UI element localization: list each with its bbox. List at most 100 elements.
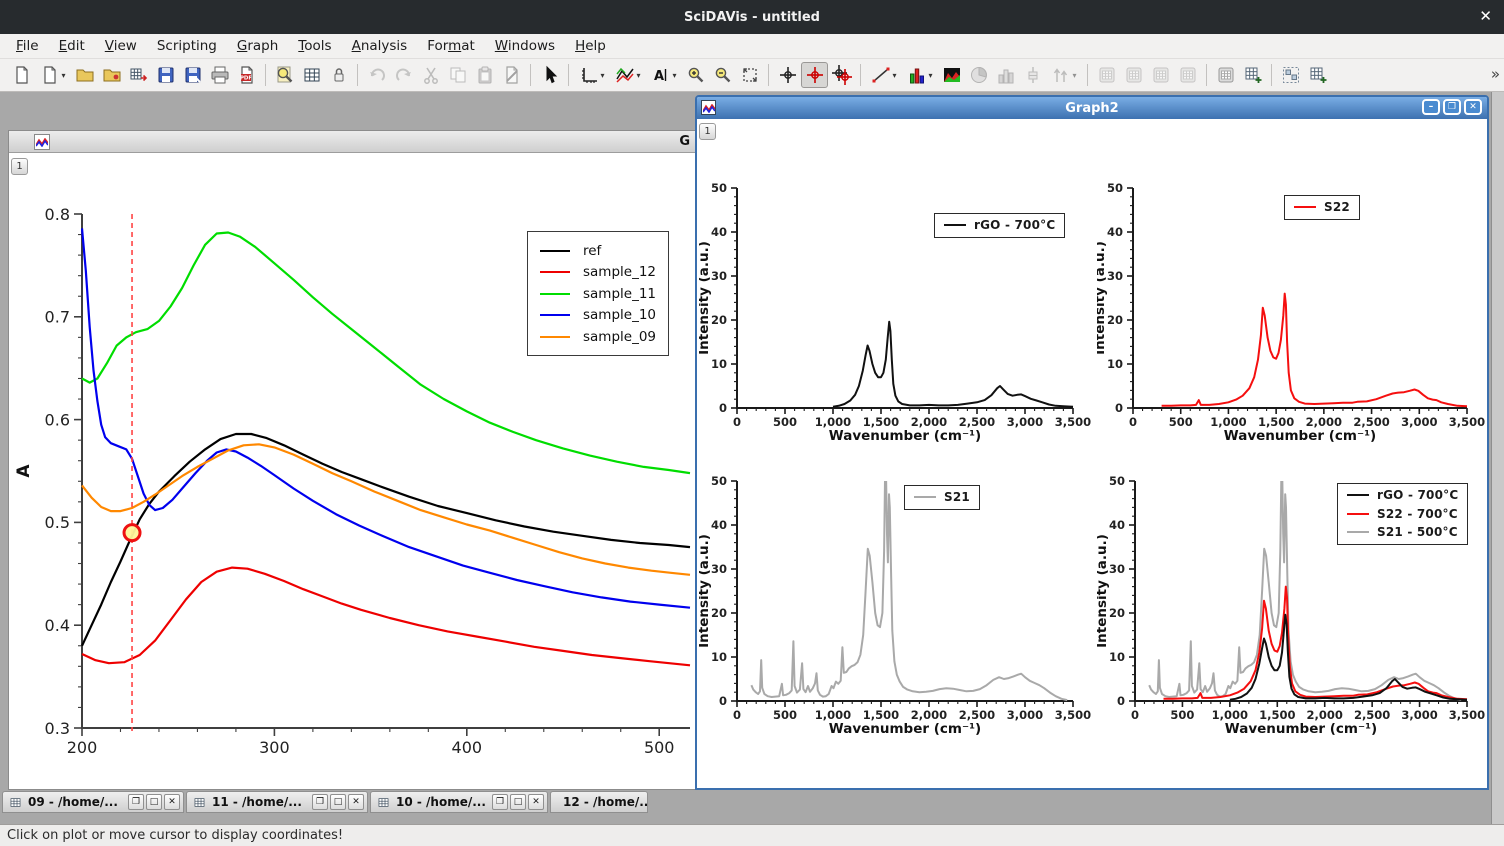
screen-reader-icon[interactable] [774,62,801,88]
graph2-layer-button[interactable]: 1 [699,123,716,140]
print-icon[interactable] [206,62,233,88]
svg-text:50: 50 [711,474,727,488]
svg-text:3,000: 3,000 [1007,708,1043,722]
toolbar-separator [1201,64,1212,86]
svg-text:2,000: 2,000 [911,415,947,429]
toolbar-separator [1082,64,1093,86]
close-button[interactable]: ✕ [164,794,180,810]
svg-text:1,500: 1,500 [1259,708,1295,722]
toolbar-overflow-icon[interactable]: » [1491,65,1500,83]
svg-text:10: 10 [711,650,727,664]
graph1-titlebar[interactable]: G [9,131,696,153]
open-template-icon[interactable] [98,62,125,88]
data-reader-icon[interactable] [801,62,828,88]
chart-raman_bl[interactable]: 05001,0001,5002,0002,5003,0003,500010203… [699,469,1095,745]
app-close-icon[interactable]: ✕ [1479,7,1492,25]
zoom-in-icon[interactable] [682,62,709,88]
menu-windows[interactable]: Windows [485,35,565,57]
toolbar-separator [525,64,536,86]
menu-graph[interactable]: Graph [227,35,288,57]
menu-file[interactable]: File [6,35,49,57]
results-log-icon[interactable] [298,62,325,88]
import-ascii-icon[interactable] [125,62,152,88]
minimized-window-label: 12 - /home/... [563,795,648,809]
legend-raman_br[interactable]: rGO - 700°CS22 - 700°CS21 - 500°C [1337,483,1468,545]
svg-text:200: 200 [67,738,98,757]
menu-analysis[interactable]: Analysis [342,35,418,57]
graph2-titlebar[interactable]: Graph2 – ❐ ✕ [697,97,1487,119]
svg-text:Intensity (a.u.): Intensity (a.u.) [1097,241,1108,355]
svg-text:0.7: 0.7 [45,308,70,327]
menu-scripting[interactable]: Scripting [147,35,227,57]
undo-icon [363,62,390,88]
graph2-minimize-button[interactable]: – [1422,99,1440,115]
close-button[interactable]: ✕ [528,794,544,810]
restore-button[interactable]: ❐ [312,794,328,810]
minimized-window-11[interactable]: 11 - /home/...❐□✕ [186,791,368,813]
pointer-icon[interactable] [536,62,563,88]
legend-raman_tr[interactable]: S22 [1284,195,1360,220]
svg-text:0: 0 [719,694,727,708]
series-rgo-700-c [1230,615,1467,700]
menu-format[interactable]: Format [417,35,485,57]
minimized-window-12[interactable]: 12 - /home/...❐□✕ [550,791,648,813]
redo-icon [390,62,417,88]
open-project-icon[interactable] [71,62,98,88]
lock-toolbars-icon[interactable] [325,62,352,88]
close-button[interactable]: ✕ [348,794,364,810]
svg-text:30: 30 [1107,269,1123,283]
automatic-layout-icon[interactable] [1304,62,1331,88]
menu-edit[interactable]: Edit [49,35,95,57]
menu-view[interactable]: View [95,35,147,57]
maximize-button[interactable]: □ [330,794,346,810]
app-title: SciDAVis - untitled [684,10,820,25]
svg-text:50: 50 [1107,181,1123,195]
svg-text:A: A [654,69,664,84]
menu-help[interactable]: Help [565,35,616,57]
graph2-close-button[interactable]: ✕ [1464,99,1482,115]
svg-text:A: A [14,464,34,478]
minimized-window-10[interactable]: 10 - /home/...❐□✕ [370,791,548,813]
new-project-icon[interactable] [8,62,35,88]
add-layer-tool-icon[interactable] [1239,62,1266,88]
legend-entry: sample_09 [540,326,656,348]
add-curve-icon[interactable]: ▾ [610,62,646,88]
svg-text:500: 500 [644,738,675,757]
select-data-range-icon[interactable] [828,62,855,88]
new-aspect-icon[interactable]: ▾ [35,62,71,88]
svg-text:0.3: 0.3 [45,719,70,738]
export-pdf-icon[interactable]: PDF [233,62,260,88]
legend-line-sample [540,314,570,316]
legend-label: rGO - 700°C [974,218,1055,232]
legend-entry: S22 [1294,198,1350,217]
maximize-button[interactable]: □ [146,794,162,810]
app-titlebar[interactable]: SciDAVis - untitled ✕ [0,0,1504,34]
add-layer-icon[interactable]: ▾ [574,62,610,88]
legend-raman_tl[interactable]: rGO - 700°C [934,213,1065,238]
svg-text:Wavenumber (cm⁻¹): Wavenumber (cm⁻¹) [1225,721,1377,737]
svg-text:2,500: 2,500 [959,708,995,722]
legend-raman_bl[interactable]: S21 [904,485,980,510]
plot-area-icon[interactable] [938,62,965,88]
restore-button[interactable]: ❐ [492,794,508,810]
save-project-icon[interactable] [152,62,179,88]
table-icon [377,796,390,809]
minimized-window-09[interactable]: 09 - /home/...❐□✕ [2,791,184,813]
svg-text:0: 0 [719,401,727,415]
restore-button[interactable]: ❐ [128,794,144,810]
graph2-maximize-button[interactable]: ❐ [1443,99,1461,115]
delete-selection-icon [498,62,525,88]
plot-bars-icon[interactable]: ▾ [902,62,938,88]
add-fit-function-icon[interactable] [1212,62,1239,88]
zoom-out-icon[interactable] [709,62,736,88]
arrange-layers-icon[interactable] [1277,62,1304,88]
project-explorer-icon[interactable] [271,62,298,88]
menu-tools[interactable]: Tools [288,35,341,57]
draw-line-icon[interactable]: ▾ [866,62,902,88]
save-template-icon[interactable] [179,62,206,88]
svg-text:3,500: 3,500 [1055,415,1091,429]
rescale-to-show-all-icon[interactable] [736,62,763,88]
maximize-button[interactable]: □ [510,794,526,810]
legend-uvvis[interactable]: refsample_12sample_11sample_10sample_09 [527,231,669,356]
add-text-icon[interactable]: A▾ [646,62,682,88]
